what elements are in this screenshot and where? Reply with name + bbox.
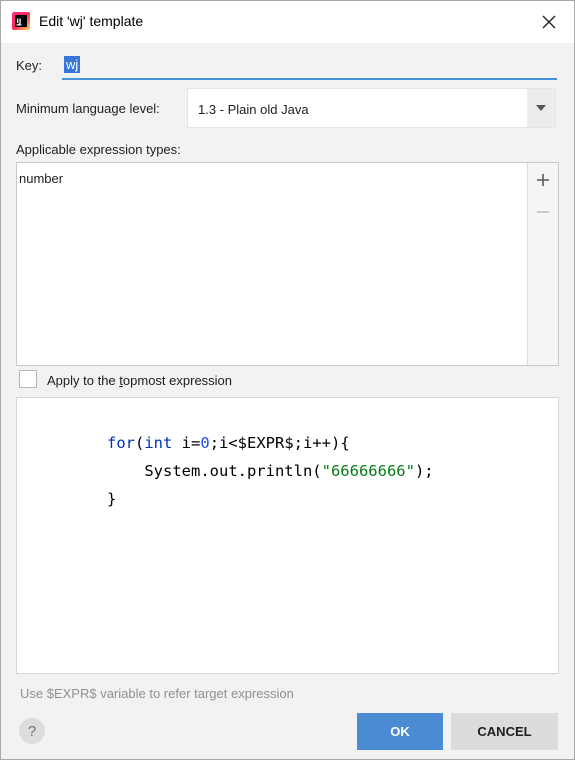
minus-icon xyxy=(537,211,549,213)
remove-button[interactable] xyxy=(531,200,555,224)
topmost-checkbox[interactable] xyxy=(19,370,37,388)
expression-types-list[interactable]: number xyxy=(16,162,559,366)
help-button[interactable]: ? xyxy=(19,718,45,744)
code-line-1: for(int i=0;i<$EXPR$;i++){ xyxy=(107,434,350,452)
close-button[interactable] xyxy=(534,7,564,37)
template-code: for(int i=0;i<$EXPR$;i++){ System.out.pr… xyxy=(107,429,434,513)
dialog-title: Edit 'wj' template xyxy=(39,13,144,29)
ok-button[interactable]: OK xyxy=(357,713,443,750)
expression-types-label: Applicable expression types: xyxy=(16,142,181,157)
add-button[interactable] xyxy=(531,168,555,192)
language-level-value: 1.3 - Plain old Java xyxy=(198,102,309,117)
help-icon: ? xyxy=(27,722,37,740)
template-code-editor[interactable]: for(int i=0;i<$EXPR$;i++){ System.out.pr… xyxy=(16,397,559,674)
title-bar: IJ Edit 'wj' template xyxy=(1,1,574,43)
list-toolbar xyxy=(527,163,558,365)
edit-template-dialog: IJ Edit 'wj' template Key: wj Minimum la… xyxy=(0,0,575,760)
topmost-checkbox-label: Apply to the topmost expression xyxy=(47,373,233,388)
key-input-value: wj xyxy=(64,56,81,73)
intellij-idea-icon: IJ xyxy=(12,12,30,30)
close-icon xyxy=(542,15,556,29)
code-line-3: } xyxy=(107,490,117,508)
code-line-2: System.out.println("66666666"); xyxy=(107,462,434,480)
dropdown-arrow-icon[interactable] xyxy=(527,89,555,127)
language-level-label: Minimum language level: xyxy=(16,101,160,116)
svg-text:IJ: IJ xyxy=(17,17,22,25)
cancel-button[interactable]: CANCEL xyxy=(451,713,558,750)
list-item[interactable]: number xyxy=(19,171,63,186)
key-input[interactable] xyxy=(62,52,557,80)
expr-hint-text: Use $EXPR$ variable to refer target expr… xyxy=(20,686,294,701)
plus-icon xyxy=(537,174,549,186)
key-label: Key: xyxy=(16,58,43,73)
language-level-select[interactable]: 1.3 - Plain old Java xyxy=(187,88,556,128)
